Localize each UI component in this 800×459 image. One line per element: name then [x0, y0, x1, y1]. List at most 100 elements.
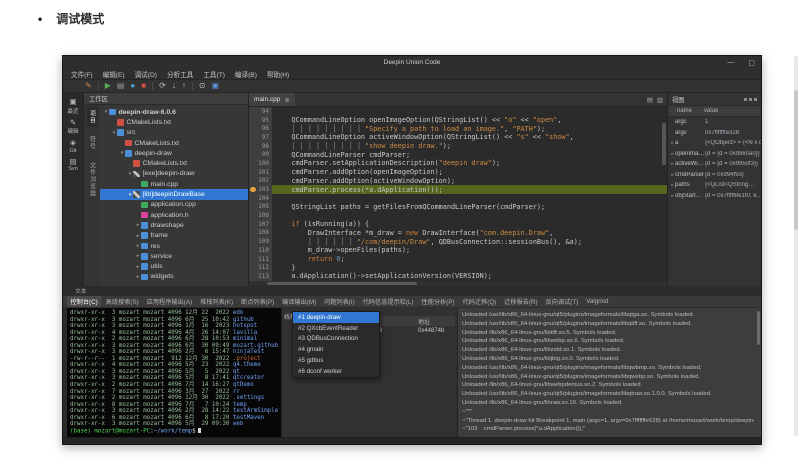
step-out-button[interactable]: ↑: [182, 82, 186, 90]
tree-item[interactable]: ▸ widgets: [100, 272, 248, 282]
bottom-tab-12[interactable]: Valgrind: [583, 296, 612, 307]
bottom-tab-11[interactable]: 反向调试(T): [542, 296, 582, 307]
bottom-tab-0[interactable]: 控制台(C): [67, 296, 102, 307]
breakpoint-gutter[interactable]: [249, 150, 256, 160]
debug-interrupt-button[interactable]: ●: [130, 82, 135, 90]
debug-continue-button[interactable]: ▶: [105, 82, 111, 90]
tree-item[interactable]: ▸ drawshape: [100, 220, 248, 230]
tree-item[interactable]: application.h: [100, 210, 248, 220]
variable-row[interactable]: ▸a{<QObject> = {<N x d…: [668, 138, 761, 149]
bottom-tab-5[interactable]: 编译输出(M): [279, 296, 320, 307]
variable-row[interactable]: argv 0x7fffffffe328: [668, 128, 761, 139]
variable-row[interactable]: ▸ objStart… {d = 0x7ffff6fe1f0, e…: [668, 191, 761, 202]
tree-item[interactable]: application.cpp: [100, 200, 248, 210]
breakpoint-gutter[interactable]: [249, 202, 256, 212]
split-view-icon[interactable]: ▥: [657, 96, 663, 104]
breakpoint-gutter[interactable]: [249, 133, 256, 142]
workspace-vtab-2[interactable]: 文件浏览器: [87, 159, 98, 200]
thread-option-1[interactable]: #2 QXcbEventReader: [293, 323, 379, 334]
thread-option-0[interactable]: #1 deepin-draw: [293, 312, 379, 323]
menu-item-6[interactable]: 帮助(H): [262, 69, 294, 79]
tree-item[interactable]: ▾ deepin-draw: [100, 148, 248, 158]
editor-horizontal-scrollbar[interactable]: [249, 281, 667, 286]
tree-item[interactable]: ▸ service: [100, 251, 248, 261]
code-area[interactable]: 94 95 QCommandLineOption openImageOption(…: [249, 107, 667, 281]
edit-mode-button[interactable]: ✎: [85, 82, 92, 90]
menu-item-2[interactable]: 调试(D): [130, 69, 162, 79]
menu-item-0[interactable]: 文件(F): [66, 69, 98, 79]
settings-button[interactable]: ⊙: [199, 82, 206, 90]
tree-item[interactable]: ▸ utils: [100, 261, 248, 271]
breakpoint-gutter[interactable]: [249, 141, 256, 151]
debug-restart-button[interactable]: ▤: [117, 82, 125, 90]
menu-item-5[interactable]: 编译(B): [230, 69, 262, 79]
bottom-tab-2[interactable]: 应用程序输出(A): [143, 296, 195, 307]
panel-menu-icon[interactable]: [744, 97, 757, 101]
activity-item-svn[interactable]: ▤ Svn: [68, 157, 77, 172]
debug-stop-button[interactable]: ■: [141, 82, 146, 90]
window-titlebar[interactable]: Deepin Union Code — ▢: [63, 56, 761, 69]
workspace-vtab-0[interactable]: 项目: [86, 107, 98, 127]
breakpoint-gutter[interactable]: [249, 272, 256, 281]
activity-item-git[interactable]: ◈ Git: [69, 139, 76, 154]
breakpoint-gutter[interactable]: [249, 167, 256, 177]
minimize-button[interactable]: —: [727, 59, 734, 66]
breakpoint-gutter[interactable]: [249, 107, 256, 116]
bottom-tab-3[interactable]: 堆栈列表(K): [197, 296, 237, 307]
bottom-tab-1[interactable]: 高级搜索(S): [102, 296, 142, 307]
bottom-tab-9[interactable]: 代码迁移(Q): [459, 296, 500, 307]
console-terminal[interactable]: drwxr-xr-x 3 mozart mozart 4096 12月 22 2…: [67, 308, 281, 437]
tree-item[interactable]: CMakeLists.txt: [100, 138, 248, 148]
editor-vertical-scrollbar[interactable]: [662, 123, 666, 165]
workspace-vtab-1[interactable]: 符号: [87, 133, 98, 153]
page-scrollbar-thumb[interactable]: [794, 90, 798, 230]
step-over-button[interactable]: ⟳: [159, 82, 166, 90]
bottom-tab-7[interactable]: 代码信息提示栏(L): [359, 296, 417, 307]
maximize-button[interactable]: ▢: [748, 59, 755, 67]
activity-item-recent[interactable]: ▣ 最近: [67, 98, 78, 115]
editor-tab-main-cpp[interactable]: main.cpp ⊗: [249, 93, 295, 106]
variable-row[interactable]: ▸ cmdParser {d = 0x994f93}: [668, 170, 761, 181]
tree-item[interactable]: ▾ [lib]deepinDrawBase: [100, 189, 248, 200]
breakpoint-gutter[interactable]: [249, 219, 256, 229]
activity-item-edit[interactable]: ✎ 编辑: [67, 118, 78, 135]
breakpoint-gutter[interactable]: [249, 246, 256, 255]
breakpoint-gutter[interactable]: [249, 115, 256, 125]
breakpoint-gutter[interactable]: [249, 193, 256, 203]
breakpoint-gutter[interactable]: [249, 124, 256, 134]
bottom-tab-4[interactable]: 断点列表(P): [238, 296, 278, 307]
breakpoint-gutter[interactable]: [249, 237, 256, 246]
tree-item[interactable]: CMakeLists.txt: [100, 117, 248, 127]
bottom-tab-10[interactable]: 迁移报告(R): [501, 296, 541, 307]
variable-row[interactable]: ▸ paths {<QList<QString…: [668, 180, 761, 191]
thread-option-2[interactable]: #3 QDBusConnection: [293, 334, 379, 345]
breakpoint-gutter[interactable]: [249, 228, 256, 238]
tree-item[interactable]: ▸ frame: [100, 231, 248, 241]
breakpoint-gutter[interactable]: [249, 263, 256, 273]
breakpoint-gutter[interactable]: [249, 211, 256, 220]
step-into-button[interactable]: ↓: [172, 82, 176, 90]
thread-option-5[interactable]: #6 dconf worker: [293, 366, 379, 377]
tree-item[interactable]: ▸ res: [100, 241, 248, 251]
file-list-icon[interactable]: ▤: [647, 96, 653, 104]
tree-item[interactable]: main.cpp: [100, 179, 248, 189]
menu-item-3[interactable]: 分析工具: [162, 69, 198, 79]
tree-item[interactable]: ▾ deepin-draw-6.0.6: [100, 107, 248, 117]
bottom-tab-6[interactable]: 问题列表(I): [321, 296, 359, 307]
tree-item[interactable]: ▾ [exe]deepin-draw: [100, 169, 248, 179]
breakpoint-gutter[interactable]: [249, 254, 256, 264]
tree-item[interactable]: CMakeLists.txt: [100, 158, 248, 168]
scrollbar-thumb[interactable]: [267, 282, 417, 285]
log-scrollbar[interactable]: [757, 311, 760, 345]
breakpoint-gutter[interactable]: [249, 176, 256, 186]
variable-row[interactable]: ▸ openIma… {d = {d = 0x9960a0}}: [668, 149, 761, 160]
variable-row[interactable]: argc 1: [668, 117, 761, 128]
close-icon[interactable]: ⊗: [284, 96, 289, 104]
menu-item-1[interactable]: 编辑(E): [98, 69, 130, 79]
menu-item-4[interactable]: 工具(T): [198, 69, 230, 79]
thread-option-3[interactable]: #4 gmain: [293, 344, 379, 355]
thread-option-4[interactable]: #5 gdbus: [293, 355, 379, 366]
tree-item[interactable]: ▾ src: [100, 128, 248, 138]
document-button[interactable]: ▣: [212, 82, 220, 90]
breakpoint-gutter[interactable]: [249, 159, 256, 168]
